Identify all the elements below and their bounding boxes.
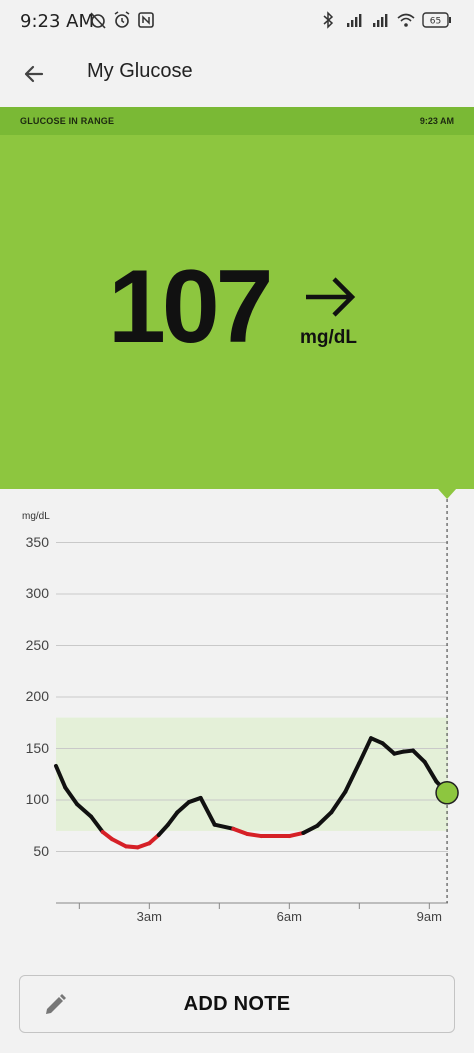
- status-bar: 9:23 AM 65: [0, 0, 474, 42]
- arrow-back-icon[interactable]: [18, 58, 50, 90]
- status-banner: GLUCOSE IN RANGE 9:23 AM: [0, 107, 474, 135]
- chart-svg: [54, 489, 459, 909]
- status-time: 9:23 AM: [20, 11, 94, 32]
- arrow-right-icon: [306, 277, 356, 317]
- y-tick-label: 150: [25, 739, 49, 756]
- alarm-icon: [114, 11, 130, 28]
- page-title: My Glucose: [87, 60, 193, 82]
- alarm-off-icon: [90, 12, 106, 29]
- add-note-label: ADD NOTE: [183, 993, 291, 1015]
- bluetooth-icon: [323, 11, 334, 29]
- chart-y-axis-unit: mg/dL: [22, 511, 50, 522]
- y-tick-label: 100: [25, 791, 49, 807]
- current-time-pointer: [438, 489, 457, 499]
- y-tick-label: 350: [25, 533, 49, 550]
- target-range-band: [56, 717, 448, 831]
- battery-level: 65: [430, 17, 441, 27]
- nfc-icon: [138, 12, 154, 28]
- app-bar: My Glucose: [0, 42, 474, 106]
- glucose-unit: mg/dL: [300, 327, 357, 348]
- y-tick-label: 50: [33, 842, 49, 859]
- add-note-button[interactable]: ADD NOTE: [19, 975, 455, 1033]
- signal-icon: [347, 14, 362, 27]
- battery-icon: 65: [422, 12, 451, 28]
- glucose-reading-panel: 107 mg/dL: [0, 135, 474, 489]
- glucose-line-low-segment: [245, 831, 264, 839]
- current-glucose-point: [435, 781, 459, 805]
- y-tick-label: 250: [25, 636, 49, 653]
- signal-icon: [373, 14, 388, 27]
- y-tick-label: 300: [25, 585, 49, 601]
- glucose-value: 107: [108, 249, 274, 365]
- glucose-chart[interactable]: mg/dL 350 300 250 200 150 100 50 3am 6am 9am: [0, 489, 474, 949]
- wifi-icon: [397, 13, 415, 27]
- y-tick-label: 200: [25, 688, 49, 704]
- glucose-line-low-segment: [110, 837, 128, 849]
- x-tick-label: 9am: [416, 909, 442, 924]
- x-tick-label: 3am: [136, 909, 162, 924]
- glucose-line-low-segment: [287, 830, 306, 839]
- reading-time: 9:23 AM: [419, 116, 454, 126]
- range-status-label: GLUCOSE IN RANGE: [20, 116, 115, 126]
- x-tick-label: 6am: [276, 909, 302, 924]
